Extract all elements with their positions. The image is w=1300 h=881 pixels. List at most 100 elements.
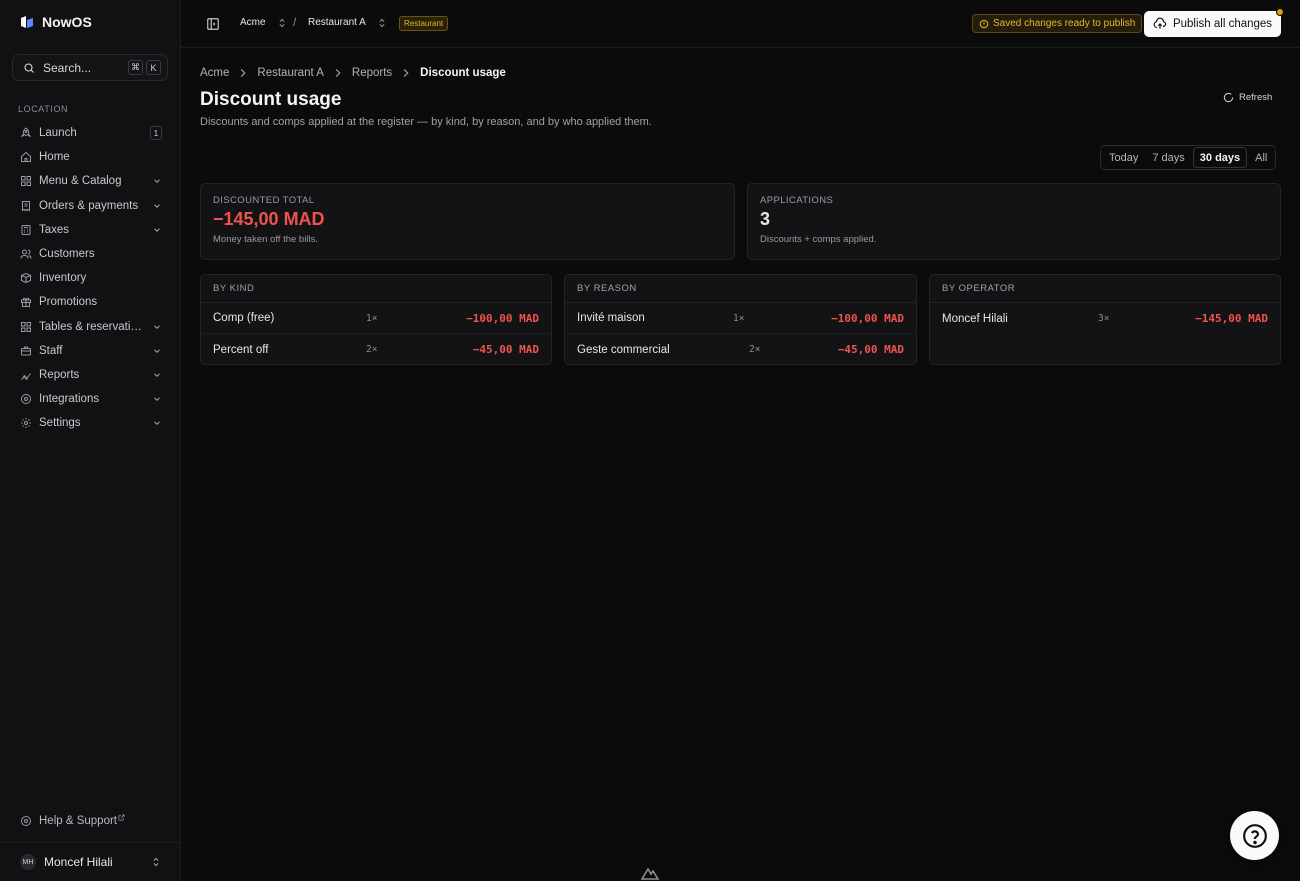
kbd-cmd: ⌘ [128, 60, 143, 75]
box-icon [20, 272, 32, 284]
sidebar-item-inventory[interactable]: Inventory [12, 266, 170, 290]
table-row: Comp (free) 1× −100,00 MAD [201, 303, 551, 334]
help-circle-icon [21, 816, 31, 826]
row-amount: −45,00 MAD [472, 343, 539, 356]
chart-icon [20, 369, 32, 381]
row-count: 1× [733, 312, 745, 324]
location-name: Restaurant A [308, 17, 366, 28]
sidebar-item-taxes[interactable]: Taxes [12, 218, 170, 242]
breadcrumb-item-restaurant[interactable]: Restaurant A [257, 67, 323, 79]
sidebar-item-reports[interactable]: Reports [12, 363, 170, 387]
row-name: Moncef Hilali [942, 312, 1008, 325]
kpi-sub: Discounts + comps applied. [760, 234, 877, 245]
question-icon [1242, 823, 1267, 848]
publish-all-label: Publish all changes [1172, 18, 1273, 30]
launch-badge: 1 [150, 126, 162, 141]
row-count: 1× [366, 312, 378, 324]
kpi-sub: Money taken off the bills. [213, 234, 318, 245]
range-tab-all[interactable]: All [1249, 147, 1273, 168]
chevron-down-icon [152, 201, 162, 211]
sidebar-item-label: Orders & payments [39, 199, 139, 212]
row-name: Percent off [213, 343, 269, 356]
range-tab-today[interactable]: Today [1103, 147, 1144, 168]
org-switcher[interactable]: Acme [240, 17, 286, 28]
search-input[interactable]: Search... ⌘ K [12, 54, 168, 81]
sidebar-toggle-icon[interactable] [206, 17, 220, 31]
sidebar-item-home[interactable]: Home [12, 145, 170, 169]
pending-dot [1276, 8, 1284, 16]
app-logo[interactable]: NowOS [20, 14, 92, 30]
user-menu[interactable]: MH Moncef Hilali [0, 842, 180, 881]
help-chat-button[interactable] [1230, 811, 1279, 860]
cloud-upload-icon [1153, 17, 1167, 29]
chevron-down-icon [152, 394, 162, 404]
info-icon [979, 19, 989, 28]
sidebar-item-customers[interactable]: Customers [12, 242, 170, 266]
sidebar-item-settings[interactable]: Settings [12, 411, 170, 435]
chevron-updown-icon [279, 18, 285, 27]
nowos-logo-icon [21, 16, 33, 28]
row-amount: −45,00 MAD [837, 343, 904, 356]
sidebar-item-label: Inventory [39, 272, 87, 285]
range-tab-7-days[interactable]: 7 days [1146, 147, 1190, 168]
gear-icon [20, 417, 32, 429]
user-name: Moncef Hilali [44, 855, 113, 869]
kpi-applications: APPLICATIONS 3 Discounts + comps applied… [747, 183, 1281, 260]
external-link-icon [118, 814, 125, 820]
framework-logo-icon [640, 867, 660, 880]
table-row: Moncef Hilali 3× −145,00 MAD [930, 303, 1280, 334]
sidebar-item-label: Menu & Catalog [39, 175, 122, 188]
calculator-icon [20, 224, 32, 236]
sidebar-item-label: Staff [39, 344, 63, 357]
sidebar-item-label: Home [39, 151, 70, 164]
breadcrumb-item-acme[interactable]: Acme [200, 67, 229, 79]
page-title: Discount usage [200, 89, 342, 110]
by-reason-card: BY REASON Invité maison 1× −100,00 MAD G… [564, 274, 917, 365]
search-label: Search... [43, 60, 92, 75]
sidebar-item-menu-catalog[interactable]: Menu & Catalog [12, 169, 170, 193]
chevron-down-icon [152, 225, 162, 235]
sidebar-item-orders-payments[interactable]: Orders & payments [12, 194, 170, 218]
sidebar-item-label: Customers [39, 248, 95, 261]
sidebar-item-label: Promotions [39, 296, 98, 309]
row-count: 3× [1098, 313, 1110, 324]
kpi-value: −145,00 MAD [213, 209, 325, 229]
sidebar-item-promotions[interactable]: Promotions [12, 290, 170, 314]
saved-changes-notice: Saved changes ready to publish [972, 14, 1143, 33]
help-support-link[interactable]: Help & Support [20, 814, 125, 827]
location-switcher[interactable]: Restaurant A [308, 17, 386, 28]
range-tab-30-days[interactable]: 30 days [1192, 147, 1248, 168]
chevron-down-icon [152, 370, 162, 380]
sidebar-item-label: Taxes [39, 223, 70, 236]
briefcase-icon [20, 345, 32, 357]
row-count: 2× [366, 344, 378, 355]
kbd-k: K [146, 60, 161, 75]
org-name: Acme [240, 17, 266, 28]
row-amount: −145,00 MAD [1195, 312, 1268, 325]
plug-icon [20, 393, 32, 405]
row-name: Comp (free) [213, 312, 275, 324]
breadcrumb-item-reports[interactable]: Reports [352, 67, 392, 79]
sidebar-item-launch[interactable]: Launch 1 [12, 121, 170, 145]
refresh-button[interactable]: Refresh [1223, 92, 1272, 103]
card-title: BY OPERATOR [930, 275, 1280, 303]
grid-icon [20, 175, 32, 187]
gift-icon [20, 296, 32, 308]
sidebar-item-staff[interactable]: Staff [12, 339, 170, 363]
sidebar-item-label: Settings [39, 417, 81, 430]
topbar-separator: / [293, 15, 297, 29]
saved-changes-text: Saved changes ready to publish [993, 18, 1136, 29]
search-shortcut: ⌘ K [128, 60, 161, 75]
table-row: Percent off 2× −45,00 MAD [201, 334, 551, 364]
table-row: Geste commercial 2× −45,00 MAD [565, 334, 916, 364]
sidebar-item-integrations[interactable]: Integrations [12, 387, 170, 411]
date-range-tabs: Today 7 days 30 days All [1100, 145, 1277, 170]
location-type-badge: Restaurant [399, 16, 449, 31]
chevron-down-icon [152, 418, 162, 428]
chevron-down-icon [152, 346, 162, 356]
sidebar-item-label: Reports [39, 368, 80, 381]
chevron-down-icon [152, 176, 162, 186]
publish-all-button[interactable]: Publish all changes [1144, 8, 1284, 37]
refresh-label: Refresh [1239, 92, 1273, 103]
sidebar-item-tables-reservations[interactable]: Tables & reservations [12, 315, 170, 339]
